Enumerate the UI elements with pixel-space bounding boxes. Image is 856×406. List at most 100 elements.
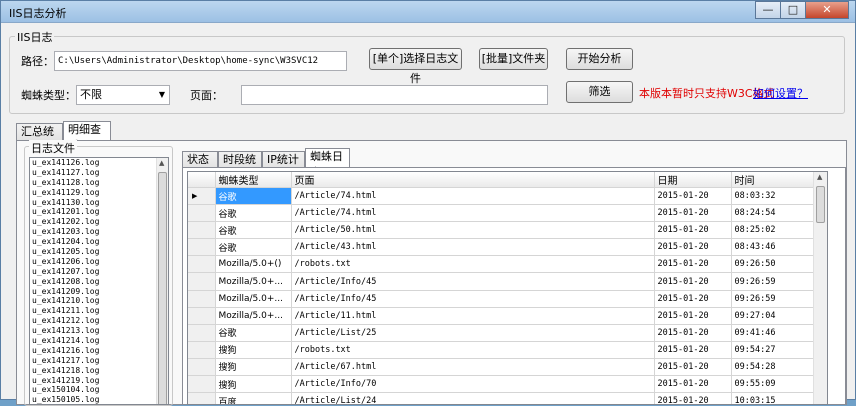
log-file-item[interactable]: u_ex141206.log (30, 257, 168, 267)
cell-time[interactable]: 08:25:02 (731, 221, 814, 240)
cell-date[interactable]: 2015-01-20 (654, 221, 732, 240)
cell-time[interactable]: 09:55:09 (731, 375, 814, 394)
cell-date[interactable]: 2015-01-20 (654, 341, 732, 359)
spider-log-grid[interactable]: 蜘蛛类型 页面 日期 时间 ▶ 谷歌/Article/74.html 2015-01… (187, 171, 828, 405)
cell-date[interactable]: 2015-01-20 (654, 375, 732, 394)
cell-time[interactable]: 09:26:50 (731, 255, 814, 274)
cell-time[interactable]: 08:43:46 (731, 238, 814, 257)
cell-time[interactable]: 08:24:54 (731, 204, 814, 223)
table-row[interactable]: ▶ 谷歌/Article/74.html 2015-01-20 08:03:32 (188, 187, 814, 206)
path-input[interactable]: C:\Users\Administrator\Desktop\home-sync… (54, 51, 347, 71)
log-file-item[interactable]: u_ex141127.log (30, 168, 168, 178)
cell-page[interactable]: /Article/List/24 (291, 392, 655, 404)
cell-page[interactable]: /Article/50.html (291, 221, 655, 240)
log-file-item[interactable]: u_ex141211.log (30, 306, 168, 316)
row-header[interactable] (188, 375, 216, 394)
page-input[interactable] (241, 85, 548, 105)
cell-page[interactable]: /Article/List/25 (291, 324, 655, 342)
table-row[interactable]: 搜狗/Article/67.html 2015-01-20 09:54:28 (188, 358, 814, 377)
cell-page[interactable]: /Article/Info/45 (291, 272, 655, 291)
cell-spider-type[interactable]: 谷歌 (215, 324, 292, 342)
log-file-item[interactable]: u_ex141205.log (30, 247, 168, 257)
cell-page[interactable]: /Article/43.html (291, 238, 655, 257)
title-bar[interactable]: IIS日志分析 — □ ✕ (1, 1, 855, 23)
cell-spider-type[interactable]: 百度 (215, 392, 292, 404)
table-row[interactable]: 谷歌/Article/50.html 2015-01-20 08:25:02 (188, 221, 814, 240)
cell-time[interactable]: 09:41:46 (731, 324, 814, 342)
column-header-date[interactable]: 日期 (654, 172, 732, 188)
tab-summary[interactable]: 汇总统计 (16, 123, 63, 154)
row-header[interactable] (188, 307, 216, 325)
grid-scroll-up-icon[interactable]: ▲ (817, 173, 822, 181)
cell-spider-type[interactable]: Mozilla/5.0+() (215, 255, 292, 274)
log-file-item[interactable]: u_ex141126.log (30, 158, 168, 168)
cell-spider-type[interactable]: 搜狗 (215, 358, 292, 377)
cell-date[interactable]: 2015-01-20 (654, 187, 732, 206)
grid-scrollbar[interactable]: ▲ (813, 172, 827, 404)
cell-time[interactable]: 08:03:32 (731, 187, 814, 206)
column-header-spider-type[interactable]: 蜘蛛类型 (215, 172, 292, 188)
cell-time[interactable]: 09:26:59 (731, 290, 814, 308)
grid-scroll-thumb[interactable] (816, 186, 825, 223)
cell-date[interactable]: 2015-01-20 (654, 324, 732, 342)
row-header[interactable] (188, 272, 216, 291)
cell-page[interactable]: /Article/Info/45 (291, 290, 655, 308)
cell-page[interactable]: /robots.txt (291, 341, 655, 359)
cell-date[interactable]: 2015-01-20 (654, 392, 732, 404)
log-file-item[interactable]: u_ex141209.log (30, 287, 168, 297)
row-header[interactable] (188, 221, 216, 240)
row-header[interactable] (188, 204, 216, 223)
log-file-item[interactable]: u_ex141214.log (30, 336, 168, 346)
single-file-button[interactable]: [单个]选择日志文件 (369, 48, 462, 85)
filter-button[interactable]: 筛选 (566, 81, 633, 103)
column-header-page[interactable]: 页面 (291, 172, 655, 188)
table-row[interactable]: 谷歌/Article/List/25 2015-01-20 09:41:46 (188, 324, 814, 342)
log-file-item[interactable]: u_ex141218.log (30, 366, 168, 376)
cell-spider-type[interactable]: 谷歌 (215, 238, 292, 257)
cell-date[interactable]: 2015-01-20 (654, 255, 732, 274)
file-list-scrollbar[interactable]: ▲ (156, 158, 168, 404)
row-header[interactable] (188, 392, 216, 404)
log-file-item[interactable]: u_ex150104.log (30, 385, 168, 395)
log-file-item[interactable]: u_ex141213.log (30, 326, 168, 336)
table-row[interactable]: 搜狗/Article/Info/70 2015-01-20 09:55:09 (188, 375, 814, 394)
cell-time[interactable]: 09:27:04 (731, 307, 814, 325)
log-file-item[interactable]: u_ex141128.log (30, 178, 168, 188)
row-header[interactable]: ▶ (188, 187, 216, 206)
cell-page[interactable]: /Article/74.html (291, 187, 655, 206)
log-file-item[interactable]: u_ex141202.log (30, 217, 168, 227)
cell-time[interactable]: 09:26:59 (731, 272, 814, 291)
start-analysis-button[interactable]: 开始分析 (566, 48, 633, 70)
cell-page[interactable]: /robots.txt (291, 255, 655, 274)
log-file-item[interactable]: u_ex141219.log (30, 376, 168, 386)
log-file-item[interactable]: u_ex141208.log (30, 277, 168, 287)
row-header[interactable] (188, 238, 216, 257)
table-row[interactable]: Mozilla/5.0+.../Article/Info/45 2015-01-2… (188, 290, 814, 308)
cell-spider-type[interactable]: Mozilla/5.0+... (215, 272, 292, 291)
maximize-button[interactable]: □ (780, 1, 806, 19)
cell-date[interactable]: 2015-01-20 (654, 272, 732, 291)
row-header[interactable] (188, 341, 216, 359)
log-file-item[interactable]: u_ex141207.log (30, 267, 168, 277)
table-row[interactable]: Mozilla/5.0+()/robots.txt 2015-01-20 09:26… (188, 255, 814, 274)
cell-date[interactable]: 2015-01-20 (654, 290, 732, 308)
cell-date[interactable]: 2015-01-20 (654, 358, 732, 377)
cell-page[interactable]: /Article/67.html (291, 358, 655, 377)
cell-page[interactable]: /Article/Info/70 (291, 375, 655, 394)
cell-time[interactable]: 09:54:27 (731, 341, 814, 359)
spider-type-select[interactable]: 不限 ▼ (76, 85, 170, 105)
log-file-item[interactable]: u_ex141210.log (30, 296, 168, 306)
log-file-item[interactable]: u_ex141201.log (30, 207, 168, 217)
cell-spider-type[interactable]: 谷歌 (215, 221, 292, 240)
file-list-scroll-thumb[interactable] (158, 172, 167, 404)
how-to-setup-link[interactable]: 如何设置？ (753, 85, 808, 101)
row-header[interactable] (188, 255, 216, 274)
log-file-item[interactable]: u_ex141204.log (30, 237, 168, 247)
log-file-item[interactable]: u_ex141203.log (30, 227, 168, 237)
cell-page[interactable]: /Article/74.html (291, 204, 655, 223)
cell-spider-type[interactable]: 搜狗 (215, 375, 292, 394)
table-row[interactable]: Mozilla/5.0+.../Article/11.html 2015-01-2… (188, 307, 814, 325)
tab-details[interactable]: 明细查看 (63, 121, 111, 152)
row-header[interactable] (188, 324, 216, 342)
cell-date[interactable]: 2015-01-20 (654, 204, 732, 223)
